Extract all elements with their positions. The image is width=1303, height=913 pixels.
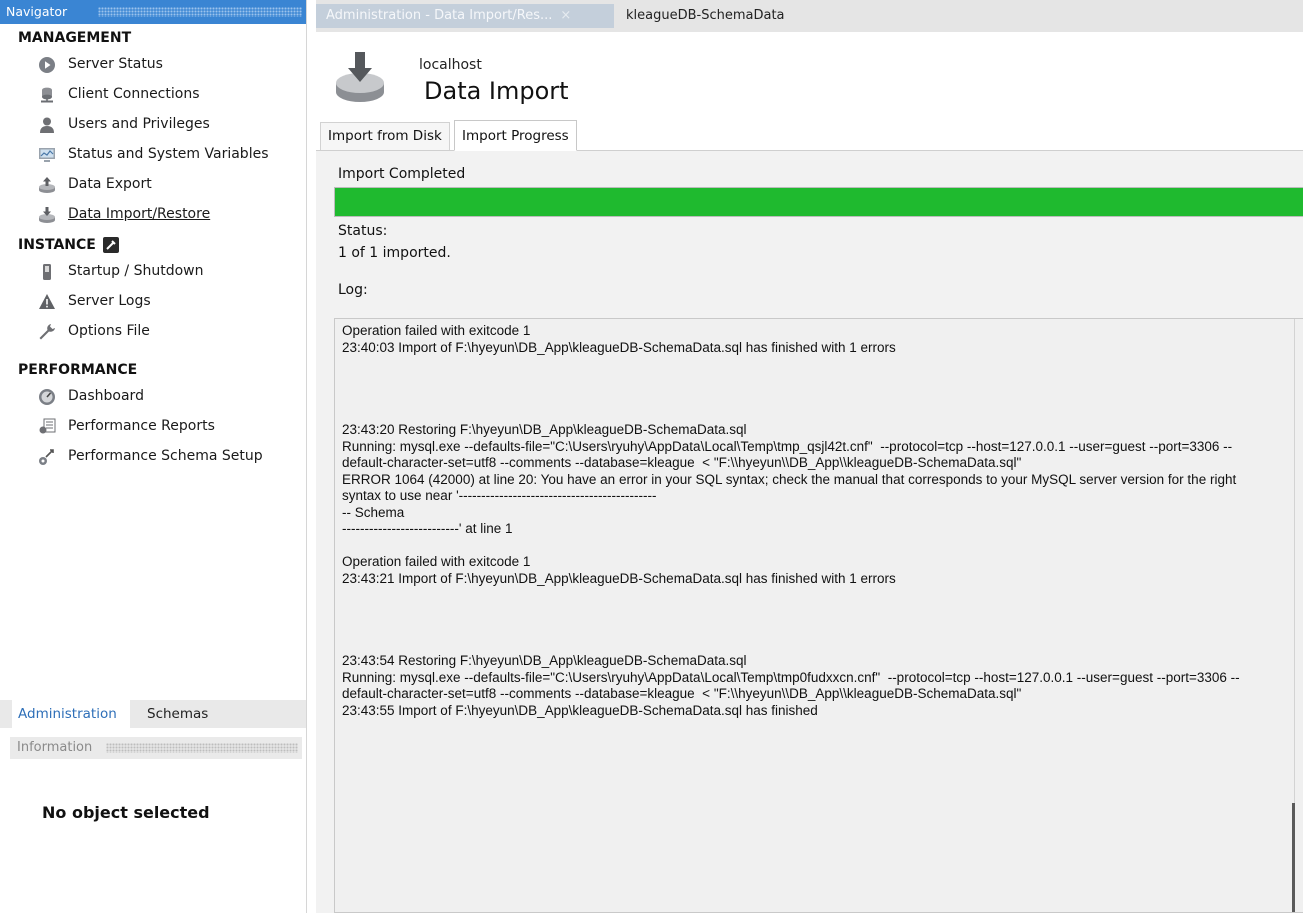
navigator-header: Navigator (0, 0, 306, 24)
log-scrollbar-thumb[interactable] (1292, 803, 1295, 912)
section-performance-title: PERFORMANCE (18, 362, 138, 378)
main-panel: Administration - Data Import/Res... × kle… (316, 0, 1303, 913)
schema-setup-icon (39, 449, 54, 465)
sidebar-item-client-connections[interactable]: Client Connections (0, 79, 306, 109)
export-icon (39, 177, 55, 193)
tab-import-progress[interactable]: Import Progress (454, 120, 577, 151)
no-object-text: No object selected (42, 803, 210, 822)
log-textarea[interactable]: Operation failed with exitcode 1 23:40:03… (334, 318, 1303, 913)
sidebar-item-label: Server Logs (68, 293, 151, 309)
progress-label: Import Completed (338, 166, 466, 182)
log-line: 23:40:03 Import of F:\hyeyun\DB_App\klea… (342, 339, 896, 355)
progress-bar (334, 187, 1303, 217)
monitor-icon (39, 148, 55, 162)
tab-schema-data[interactable]: kleagueDB-SchemaData (616, 4, 795, 28)
connections-icon (41, 87, 53, 103)
tab-schemas[interactable]: Schemas (141, 700, 214, 728)
instance-settings-icon[interactable] (103, 237, 119, 253)
user-icon (40, 117, 54, 133)
close-icon[interactable]: × (560, 8, 571, 23)
sidebar-item-performance-schema-setup[interactable]: Performance Schema Setup (0, 441, 306, 471)
log-label: Log: (338, 282, 368, 298)
sidebar-item-users-privileges[interactable]: Users and Privileges (0, 109, 306, 139)
sidebar-item-server-logs[interactable]: Server Logs (0, 286, 306, 316)
sidebar-item-performance-reports[interactable]: Performance Reports (0, 411, 306, 441)
reports-icon (39, 418, 56, 434)
log-line: -- Schema (342, 504, 405, 520)
information-grip (106, 743, 298, 753)
log-line: Operation failed with exitcode 1 (342, 554, 531, 569)
section-instance-title: INSTANCE (0, 235, 306, 255)
log-line: 23:43:21 Import of F:\hyeyun\DB_App\klea… (342, 570, 896, 586)
document-tabbar: Administration - Data Import/Res... × kle… (316, 0, 1303, 32)
host-label: localhost (419, 57, 482, 73)
sidebar-item-label: Dashboard (68, 388, 144, 404)
sidebar-item-server-status[interactable]: Server Status (0, 49, 306, 79)
page-title: Data Import (424, 77, 569, 105)
tab-administration[interactable]: Administration (12, 700, 130, 728)
sidebar-item-options-file[interactable]: Options File (0, 316, 306, 346)
header-grip (98, 7, 302, 17)
status-label: Status: (338, 223, 388, 239)
import-subtabs: Import from Disk Import Progress (316, 120, 1303, 151)
navigator-bottom-tabs: Administration Schemas (0, 700, 306, 728)
import-icon (39, 207, 55, 223)
sidebar-item-label: Options File (68, 323, 150, 339)
sidebar-item-startup-shutdown[interactable]: Startup / Shutdown (0, 256, 306, 286)
log-line: 23:43:54 Restoring F:\hyeyun\DB_App\klea… (342, 653, 747, 668)
tab-label: Administration - Data Import/Res... (326, 8, 553, 23)
log-content: Operation failed with exitcode 1 23:40:03… (342, 323, 1277, 719)
sidebar-item-label: Performance Schema Setup (68, 448, 263, 464)
data-import-icon (336, 52, 384, 102)
sidebar-item-dashboard[interactable]: Dashboard (0, 381, 306, 411)
information-header: Information (10, 737, 302, 759)
log-line: 23:43:20 Restoring F:\hyeyun\DB_App\klea… (342, 422, 747, 437)
sidebar-item-label: Startup / Shutdown (68, 263, 204, 279)
progress-fill (335, 188, 1303, 216)
sidebar-item-label: Performance Reports (68, 418, 215, 434)
sidebar-item-data-import[interactable]: Data Import/Restore (0, 199, 306, 229)
gauge-icon (39, 389, 55, 405)
navigator-panel: Navigator MANAGEMENT Server Status Clien… (0, 0, 307, 913)
power-switch-icon (43, 264, 51, 280)
sidebar-item-label: Client Connections (68, 86, 200, 102)
sidebar-item-label: Data Export (68, 176, 152, 192)
wrench-icon (39, 324, 55, 340)
section-management-title: MANAGEMENT (18, 30, 132, 46)
log-line: --------------------------' at line 1 (342, 521, 513, 536)
navigator-title: Navigator (6, 4, 68, 19)
log-line: Running: mysql.exe --defaults-file="C:\U… (342, 669, 1240, 702)
sidebar-item-data-export[interactable]: Data Export (0, 169, 306, 199)
sidebar-item-label: Server Status (68, 56, 163, 72)
sidebar-item-label: Data Import/Restore (68, 206, 211, 222)
sidebar-item-label: Status and System Variables (68, 146, 269, 162)
sidebar-item-label: Users and Privileges (68, 116, 210, 132)
sidebar-item-status-variables[interactable]: Status and System Variables (0, 139, 306, 169)
log-line: Running: mysql.exe --defaults-file="C:\U… (342, 438, 1233, 471)
tab-import-from-disk[interactable]: Import from Disk (320, 122, 450, 150)
log-line: 23:43:55 Import of F:\hyeyun\DB_App\klea… (342, 702, 818, 718)
tab-data-import[interactable]: Administration - Data Import/Res... × (316, 4, 614, 28)
page-header: localhost Data Import (316, 32, 1303, 120)
log-line: ERROR 1064 (42000) at line 20: You have … (342, 471, 1240, 504)
play-circle-icon (39, 57, 55, 73)
log-line: Operation failed with exitcode 1 (342, 323, 531, 338)
status-value: 1 of 1 imported. (338, 245, 451, 261)
warning-icon (39, 294, 55, 309)
information-title: Information (17, 740, 93, 755)
